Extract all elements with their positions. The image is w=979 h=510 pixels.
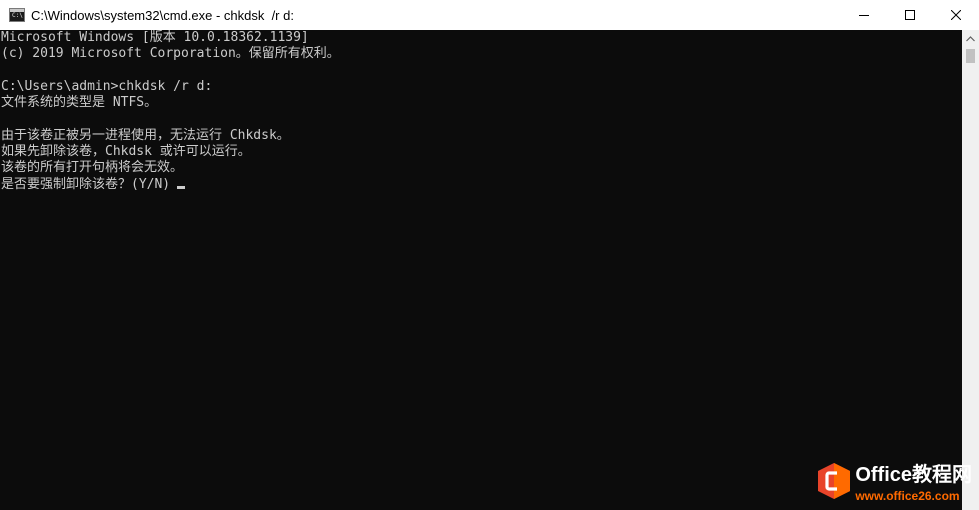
window-title: C:\Windows\system32\cmd.exe - chkdsk /r … bbox=[31, 7, 294, 23]
console-line: C:\Users\admin>chkdsk /r d: bbox=[1, 78, 213, 94]
console-line: 文件系统的类型是 NTFS。 bbox=[1, 95, 158, 111]
watermark-brand: Office教程网 bbox=[855, 464, 972, 486]
title-bar[interactable]: C:\ C:\Windows\system32\cmd.exe - chkdsk… bbox=[0, 0, 979, 30]
prompt-text: 是否要强制卸除该卷？(Y/N) bbox=[1, 176, 171, 192]
text-cursor bbox=[177, 185, 186, 189]
app-icon-label: C:\ bbox=[12, 12, 23, 19]
console-line: Microsoft Windows [版本 10.0.18362.1139] bbox=[1, 30, 309, 45]
cmd-window: C:\ C:\Windows\system32\cmd.exe - chkdsk… bbox=[0, 0, 979, 510]
vertical-scrollbar[interactable] bbox=[962, 30, 979, 510]
cmd-app-icon[interactable]: C:\ bbox=[9, 8, 25, 22]
watermark-url: www.office26.com bbox=[855, 489, 960, 503]
scroll-thumb[interactable] bbox=[966, 49, 975, 63]
console-line: 如果先卸除该卷，Chkdsk 或许可以运行。 bbox=[1, 144, 251, 160]
close-button[interactable] bbox=[933, 0, 979, 30]
console-prompt-line: 是否要强制卸除该卷？(Y/N) bbox=[0, 177, 962, 193]
console-line: 该卷的所有打开句柄将会无效。 bbox=[1, 160, 184, 176]
minimize-button[interactable] bbox=[841, 0, 887, 30]
minimize-icon bbox=[859, 15, 869, 16]
console-line: (c) 2019 Microsoft Corporation。保留所有权利。 bbox=[1, 46, 340, 62]
office-logo-icon bbox=[818, 462, 851, 499]
maximize-button[interactable] bbox=[887, 0, 933, 30]
console-output[interactable]: Microsoft Windows [版本 10.0.18362.1139] (… bbox=[0, 30, 962, 510]
close-icon bbox=[951, 10, 961, 20]
maximize-icon bbox=[905, 10, 915, 20]
watermark: Office教程网 www.office26.com bbox=[817, 458, 972, 503]
scroll-up-button[interactable] bbox=[962, 30, 979, 47]
chevron-up-icon bbox=[966, 35, 975, 41]
console-line: 由于该卷正被另一进程使用，无法运行 Chkdsk。 bbox=[1, 127, 290, 143]
